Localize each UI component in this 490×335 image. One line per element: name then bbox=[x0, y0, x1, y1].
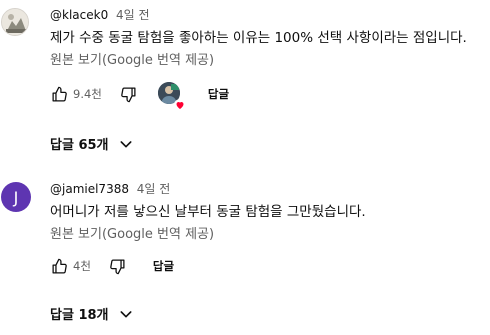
author-name[interactable]: @klacek0 bbox=[50, 8, 108, 22]
replies-label: 답글 18개 bbox=[50, 308, 109, 323]
comment-text: 제가 수중 동굴 탐험을 좋아하는 이유는 100% 선택 사항이라는 점입니다… bbox=[50, 30, 467, 46]
translate-toggle[interactable]: 원본 보기(Google 번역 제공) bbox=[50, 53, 214, 69]
like-count: 4천 bbox=[73, 259, 91, 273]
comment-actions: 4천 답글 bbox=[50, 254, 174, 278]
thumbs-up-icon[interactable] bbox=[50, 85, 68, 103]
heart-icon bbox=[173, 96, 186, 111]
comment-thread: J @jamiel7388 4일 전 어머니가 저를 낳으신 날부터 동굴 탐험… bbox=[0, 170, 490, 335]
comment-actions: 9.4천 답글 bbox=[50, 82, 229, 111]
like-count: 9.4천 bbox=[73, 87, 102, 101]
reply-button[interactable]: 답글 bbox=[208, 86, 229, 102]
avatar[interactable]: J bbox=[1, 182, 31, 212]
view-replies-button[interactable]: 답글 65개 bbox=[50, 134, 135, 153]
avatar-letter: J bbox=[13, 187, 19, 207]
avatar[interactable] bbox=[1, 8, 29, 36]
comment-header: @klacek0 4일 전 bbox=[50, 8, 150, 22]
comment-thread: @klacek0 4일 전 제가 수중 동굴 탐험을 좋아하는 이유는 100%… bbox=[0, 0, 490, 160]
chevron-down-icon bbox=[117, 135, 135, 153]
comment-time[interactable]: 4일 전 bbox=[137, 182, 171, 196]
reply-button[interactable]: 답글 bbox=[153, 258, 174, 274]
comment-time[interactable]: 4일 전 bbox=[116, 8, 150, 22]
author-name[interactable]: @jamiel7388 bbox=[50, 182, 129, 196]
replies-label: 답글 65개 bbox=[50, 138, 109, 153]
thumbs-up-icon[interactable] bbox=[50, 257, 68, 275]
view-replies-button[interactable]: 답글 18개 bbox=[50, 304, 135, 323]
creator-heart bbox=[157, 82, 186, 111]
comment-header: @jamiel7388 4일 전 bbox=[50, 182, 170, 196]
translate-toggle[interactable]: 원본 보기(Google 번역 제공) bbox=[50, 227, 214, 243]
chevron-down-icon bbox=[117, 305, 135, 323]
thumbs-down-icon[interactable] bbox=[120, 85, 138, 103]
thumbs-down-icon[interactable] bbox=[109, 257, 127, 275]
avatar-image bbox=[2, 9, 28, 35]
comment-text: 어머니가 저를 낳으신 날부터 동굴 탐험을 그만뒀습니다. bbox=[50, 204, 366, 220]
